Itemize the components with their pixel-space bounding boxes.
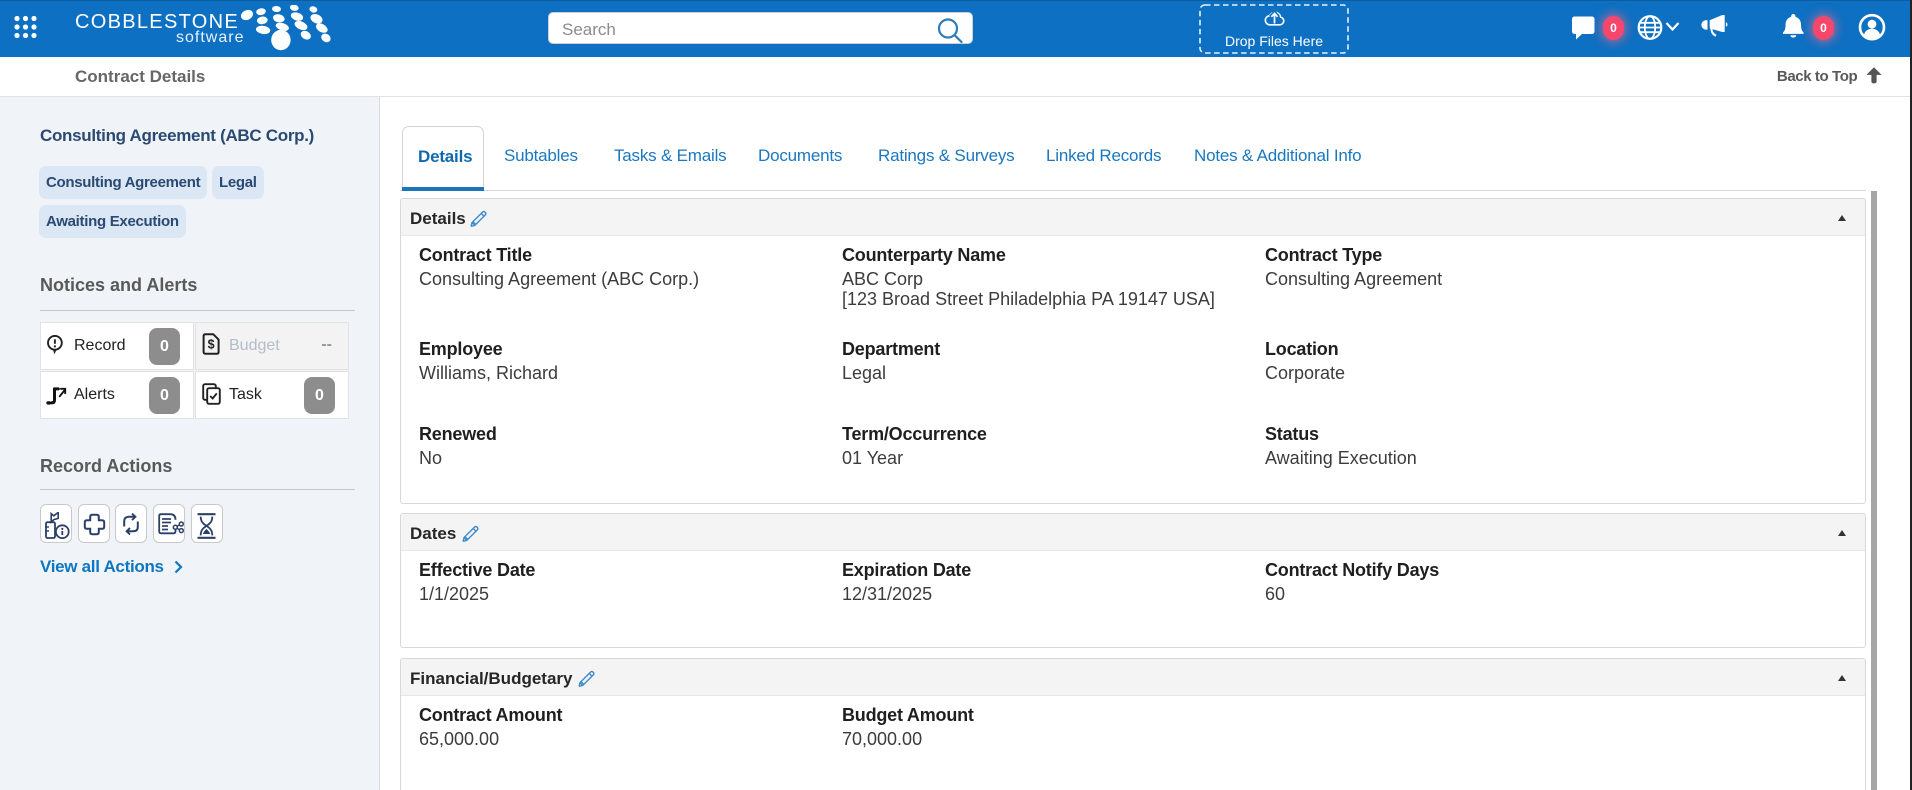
svg-text:$: $: [208, 338, 215, 352]
